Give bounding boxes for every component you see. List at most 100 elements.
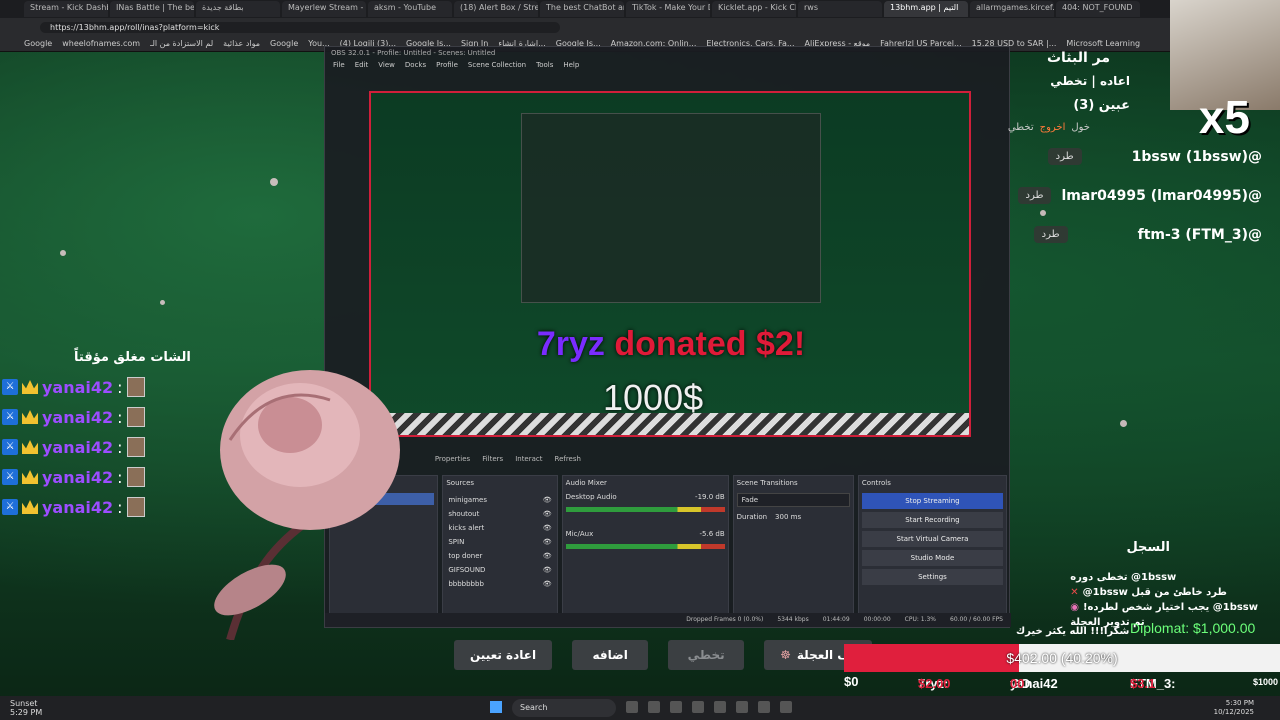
taskbar-clock[interactable]: 5:30 PM 10/12/2025 <box>1214 699 1254 717</box>
menu-edit[interactable]: Edit <box>355 61 369 73</box>
eye-icon[interactable]: 👁 <box>543 538 552 546</box>
source-item[interactable]: top doner 👁 <box>446 549 553 563</box>
eye-icon[interactable]: 👁 <box>543 580 552 588</box>
menu-docks[interactable]: Docks <box>405 61 426 73</box>
menu-view[interactable]: View <box>378 61 395 73</box>
volume-meter[interactable] <box>565 544 725 549</box>
bookmark[interactable]: Microsoft Learning <box>1066 39 1140 48</box>
skip-button[interactable]: تخطي <box>668 640 745 670</box>
url-field[interactable]: https://13bhm.app/roll/inas?platform=kic… <box>40 21 560 33</box>
player-row: طرد lmar04995 (lmar04995)@ <box>1017 187 1262 204</box>
bookmark[interactable]: Google <box>270 39 298 48</box>
discord-icon[interactable] <box>758 701 770 713</box>
browser-tab[interactable]: Mayerlew Stream - W <box>282 1 366 17</box>
reassign-button[interactable]: اعادة تعيين <box>454 640 553 670</box>
kick-button[interactable]: طرد <box>1047 148 1082 165</box>
eye-icon[interactable]: 👁 <box>543 552 552 560</box>
browser-tab[interactable]: TikTok - Make Your D <box>626 1 710 17</box>
weather-widget[interactable]: Sunset 5:29 PM <box>10 699 42 717</box>
eye-icon[interactable]: 👁 <box>543 510 552 518</box>
browser-tab-active[interactable]: 13bhm.app | التيم <box>884 1 968 17</box>
eye-icon[interactable]: 👁 <box>543 566 552 574</box>
bookmark[interactable]: مواد عذائية <box>223 39 260 48</box>
join-link[interactable]: خول <box>1071 122 1090 133</box>
avatar <box>126 377 145 397</box>
source-item[interactable]: GIFSOUND 👁 <box>446 563 553 577</box>
kick-button[interactable]: طرد <box>1017 187 1052 204</box>
refresh-button[interactable]: Refresh <box>555 455 581 469</box>
browser-tab[interactable]: rws <box>798 1 882 17</box>
menu-tools[interactable]: Tools <box>536 61 553 73</box>
source-item[interactable]: bbbbbbbb 👁 <box>446 577 553 591</box>
browser-tab[interactable]: INas Battle | The best <box>110 1 194 17</box>
duration-input[interactable]: 300 ms <box>775 513 801 521</box>
sources-title: Sources <box>446 479 475 487</box>
obs-preview[interactable]: 7ryz donated $2! 1000$ <box>369 91 971 437</box>
donor-name: 7ryz <box>536 325 605 363</box>
controls-title: Controls <box>861 479 891 487</box>
start-virtual-camera-button[interactable]: Start Virtual Camera <box>861 531 1003 547</box>
chat-message: ⚔ yanai42 : <box>2 372 145 402</box>
filters-button[interactable]: Filters <box>482 455 503 469</box>
taskbar-apps <box>626 701 792 713</box>
obs-icon[interactable] <box>780 701 792 713</box>
add-button[interactable]: اضافه <box>572 640 649 670</box>
bookmark[interactable]: wheelofnames.com <box>62 39 140 48</box>
browser-tab[interactable]: بطاقة جديدة <box>196 1 280 17</box>
windows-start-icon[interactable] <box>490 701 502 713</box>
brave-icon[interactable] <box>736 701 748 713</box>
transition-select[interactable]: Fade <box>736 493 850 507</box>
petal <box>1120 420 1127 427</box>
eye-icon[interactable]: 👁 <box>543 496 552 504</box>
browser-tab[interactable]: allarmgames.kircef.ap <box>970 1 1054 17</box>
browser-tab[interactable]: The best ChatBot and <box>540 1 624 17</box>
stop-streaming-button[interactable]: Stop Streaming <box>861 493 1003 509</box>
chat-message: ⚔ yanai42 : <box>2 402 145 432</box>
volume-meter[interactable] <box>565 507 725 512</box>
browser-tab[interactable]: Kicklet.app - Kick Cha <box>712 1 796 17</box>
source-name: kicks alert <box>448 524 485 532</box>
file-explorer-icon[interactable] <box>670 701 682 713</box>
player-name: 1bssw (1bssw)@ <box>1131 148 1262 165</box>
menu-file[interactable]: File <box>333 61 345 73</box>
duration-label: Duration <box>736 513 768 521</box>
source-item[interactable]: kicks alert 👁 <box>446 521 553 535</box>
browser-tab[interactable]: (18) Alert Box / Stream <box>454 1 538 17</box>
moderator-badge-icon: ⚔ <box>2 439 18 455</box>
store-icon[interactable] <box>714 701 726 713</box>
task-view-icon[interactable] <box>626 701 638 713</box>
chat-username: yanai42 <box>42 437 114 457</box>
skip-link[interactable]: تخطي <box>1008 122 1034 133</box>
source-name: SPIN <box>448 538 465 546</box>
bookmark[interactable]: Google <box>24 39 52 48</box>
cpu-usage: CPU: 1.3% <box>904 616 937 623</box>
source-item[interactable]: SPIN 👁 <box>446 535 553 549</box>
source-item[interactable]: minigames 👁 <box>446 493 553 507</box>
exit-link[interactable]: اخروج <box>1040 122 1066 133</box>
bookmark[interactable]: لم الاستزادة من الـ <box>150 39 213 48</box>
menu-scene-collection[interactable]: Scene Collection <box>468 61 526 73</box>
start-recording-button[interactable]: Start Recording <box>861 512 1003 528</box>
weather-time: 5:29 PM <box>10 708 43 717</box>
settings-button[interactable]: Settings <box>861 569 1003 585</box>
panel-links: خول اخروج تخطي <box>1008 122 1090 133</box>
goal-end: $1000 <box>1252 677 1278 687</box>
browser-tab[interactable]: Stream - Kick Dashbo <box>24 1 108 17</box>
nested-preview <box>521 113 821 303</box>
log-entry: 1bssw@ يجب اختيار شخص لطرده! ◉ <box>1070 600 1258 615</box>
interact-button[interactable]: Interact <box>515 455 542 469</box>
eye-icon[interactable]: 👁 <box>543 524 552 532</box>
source-item[interactable]: shoutout 👁 <box>446 507 553 521</box>
menu-help[interactable]: Help <box>563 61 579 73</box>
taskbar-search[interactable]: Search <box>512 699 616 717</box>
browser-tab[interactable]: 404: NOT_FOUND <box>1056 1 1140 17</box>
kick-button[interactable]: طرد <box>1033 226 1068 243</box>
copilot-icon[interactable] <box>648 701 660 713</box>
thanks-message: شكرا!!! الله يكثر خيرك <box>1016 626 1130 637</box>
chat-message: ⚔ yanai42 : <box>2 492 145 522</box>
edge-icon[interactable] <box>692 701 704 713</box>
menu-profile[interactable]: Profile <box>436 61 458 73</box>
studio-mode-button[interactable]: Studio Mode <box>861 550 1003 566</box>
browser-tab[interactable]: aksm - YouTube <box>368 1 452 17</box>
avatar <box>126 407 145 427</box>
